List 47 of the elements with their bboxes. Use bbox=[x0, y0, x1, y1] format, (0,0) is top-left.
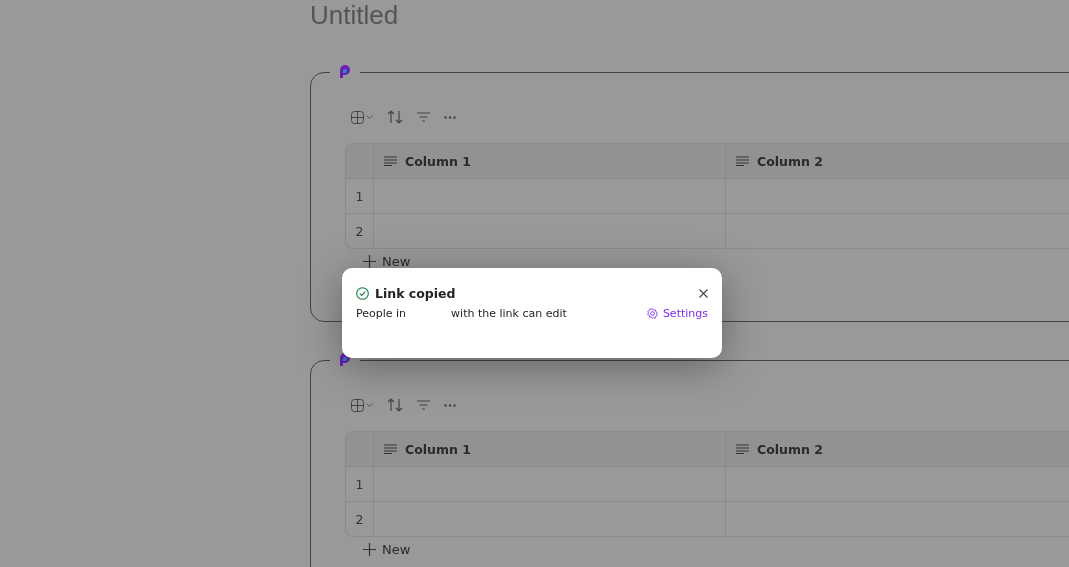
sort-button[interactable] bbox=[387, 398, 403, 412]
close-button[interactable] bbox=[699, 289, 708, 298]
sort-icon bbox=[387, 110, 403, 124]
close-icon bbox=[699, 289, 708, 298]
sort-icon bbox=[387, 398, 403, 412]
column-header[interactable]: Column 1 bbox=[374, 144, 726, 178]
chevron-down-icon bbox=[366, 402, 373, 408]
column-name: Column 2 bbox=[757, 441, 823, 457]
toast-message: with the link can edit bbox=[451, 307, 567, 320]
check-circle-icon bbox=[356, 287, 369, 300]
chevron-down-icon bbox=[366, 114, 373, 120]
table-view-button[interactable] bbox=[351, 110, 373, 124]
column-name: Column 2 bbox=[757, 153, 823, 169]
toast-message: People in bbox=[356, 307, 407, 320]
plus-icon bbox=[363, 255, 376, 268]
row-number: 1 bbox=[346, 467, 374, 501]
column-name: Column 1 bbox=[405, 153, 471, 169]
column-header[interactable]: Column 2 bbox=[726, 144, 1069, 178]
new-row-button[interactable]: New bbox=[363, 254, 411, 269]
more-options-button[interactable] bbox=[444, 115, 456, 119]
filter-icon bbox=[417, 112, 430, 122]
table-icon bbox=[351, 398, 364, 412]
plus-icon bbox=[363, 543, 376, 556]
column-name: Column 1 bbox=[405, 441, 471, 457]
gear-icon bbox=[646, 308, 658, 319]
document-title: Untitled bbox=[310, 0, 400, 30]
filter-icon bbox=[417, 400, 430, 410]
text-lines-icon bbox=[736, 156, 749, 166]
ellipsis-icon bbox=[444, 115, 456, 119]
settings-link[interactable]: Settings bbox=[646, 307, 708, 320]
filter-button[interactable] bbox=[417, 112, 430, 122]
row-number: 1 bbox=[346, 179, 374, 213]
text-lines-icon bbox=[384, 444, 397, 454]
new-row-button[interactable]: New bbox=[363, 542, 411, 557]
filter-button[interactable] bbox=[417, 400, 430, 410]
sort-button[interactable] bbox=[387, 110, 403, 124]
ellipsis-icon bbox=[444, 403, 456, 407]
table-icon bbox=[351, 110, 364, 124]
column-header[interactable]: Column 1 bbox=[374, 432, 726, 466]
toast-title: Link copied bbox=[375, 286, 456, 301]
text-lines-icon bbox=[736, 444, 749, 454]
table-view-button[interactable] bbox=[351, 398, 373, 412]
row-number: 2 bbox=[346, 214, 374, 248]
text-lines-icon bbox=[384, 156, 397, 166]
column-header[interactable]: Column 2 bbox=[726, 432, 1069, 466]
row-number: 2 bbox=[346, 502, 374, 536]
more-options-button[interactable] bbox=[444, 403, 456, 407]
